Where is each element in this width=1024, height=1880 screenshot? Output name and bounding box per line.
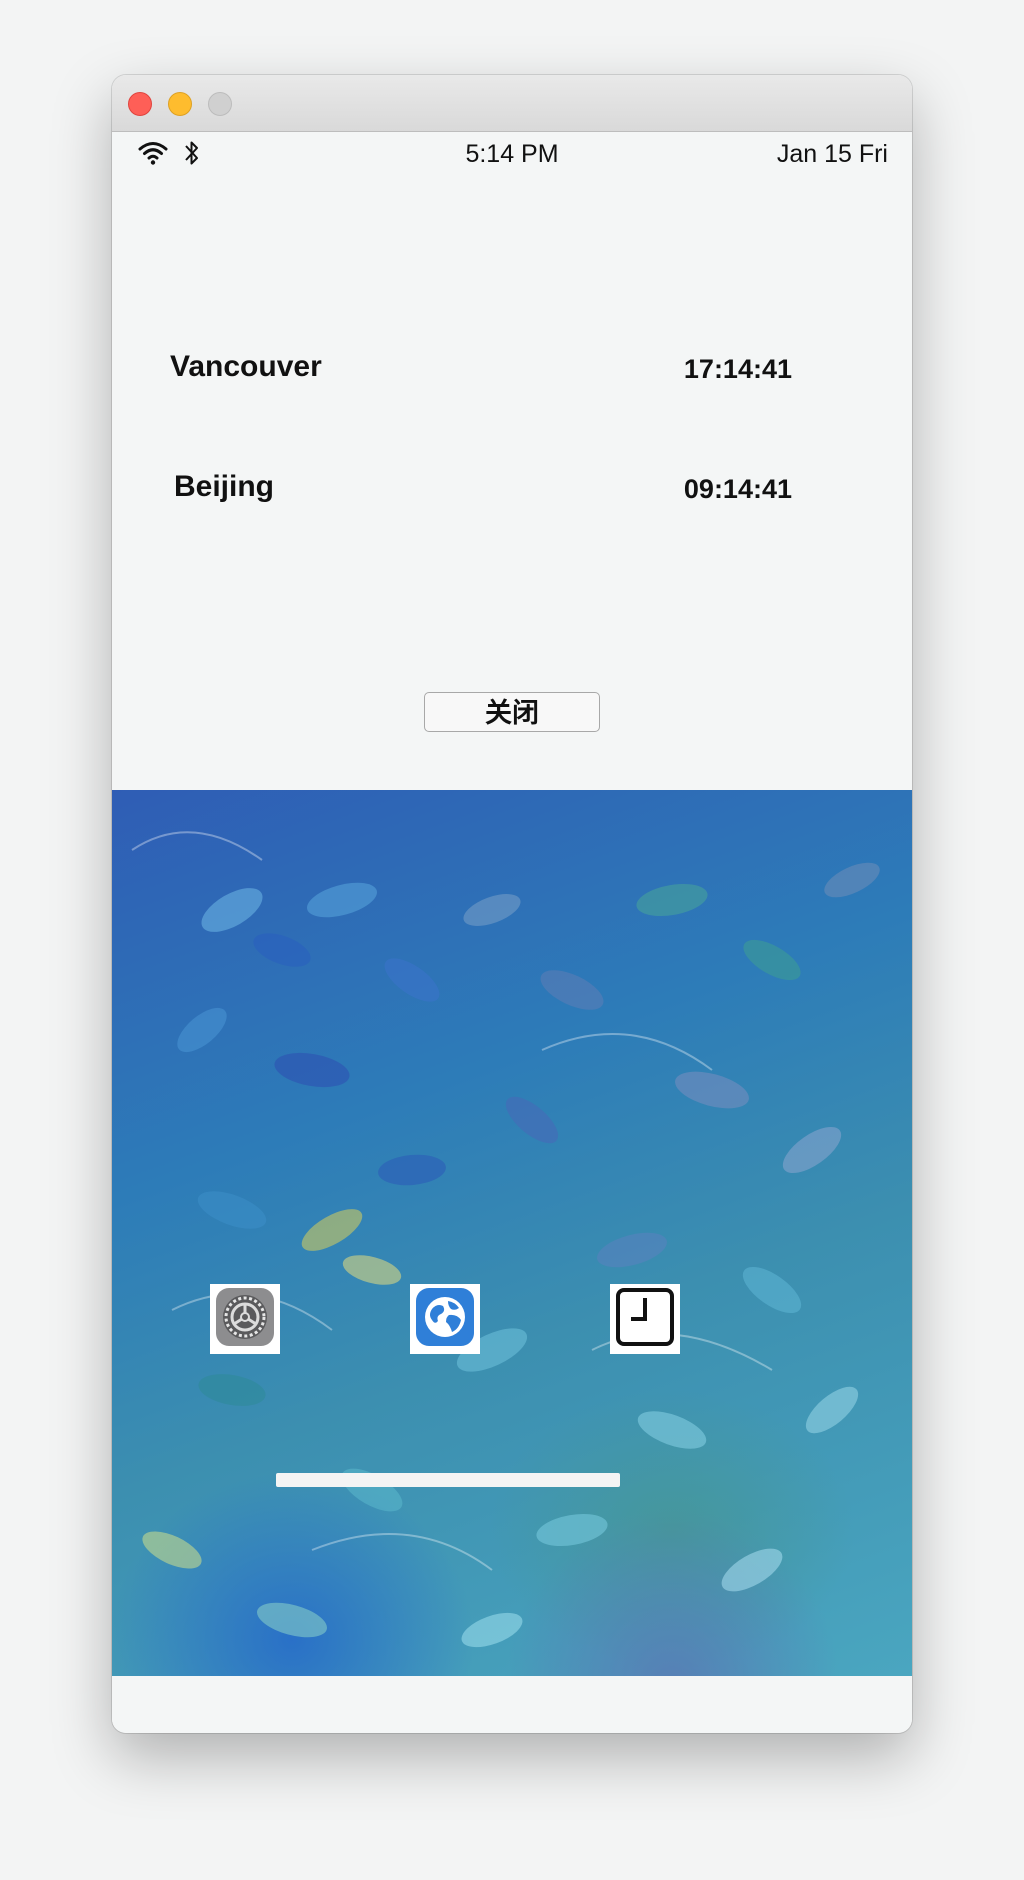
clock-row-beijing: Beijing 09:14:41 (112, 468, 912, 516)
home-wallpaper (112, 790, 912, 1676)
status-date: Jan 15 Fri (776, 140, 888, 168)
city-name: Vancouver (170, 350, 322, 383)
browser-app-icon[interactable] (410, 1284, 480, 1354)
globe-icon (415, 1287, 475, 1352)
settings-app-icon[interactable] (210, 1284, 280, 1354)
window-close-button[interactable] (128, 92, 152, 116)
city-time: 17:14:41 (683, 354, 792, 384)
clock-app-icon[interactable] (610, 1284, 680, 1354)
clock-row-vancouver: Vancouver 17:14:41 (112, 348, 912, 396)
clock-icon (615, 1287, 675, 1352)
city-time: 09:14:41 (683, 474, 792, 504)
window-maximize-button[interactable] (208, 92, 232, 116)
window-titlebar[interactable] (112, 75, 912, 132)
settings-gear-icon (215, 1287, 275, 1352)
wallpaper-petals (131, 831, 880, 1648)
app-window: 5:14 PM Jan 15 Fri Vancouver 17:14:41 Be… (112, 75, 912, 1733)
home-indicator[interactable] (276, 1473, 620, 1487)
window-minimize-button[interactable] (168, 92, 192, 116)
status-bar: 5:14 PM Jan 15 Fri (112, 132, 912, 174)
city-name: Beijing (174, 470, 275, 503)
close-button[interactable]: 关闭 (424, 692, 600, 732)
